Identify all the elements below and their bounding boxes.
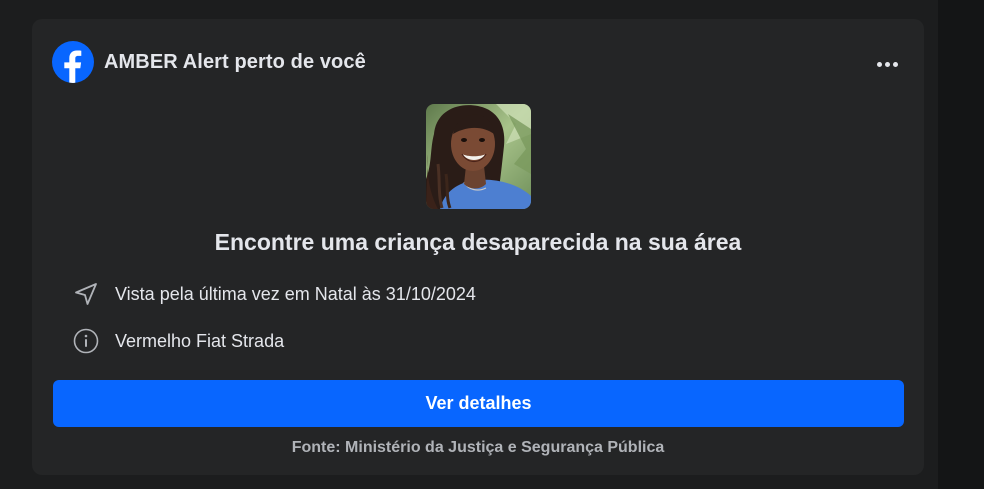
card-header: AMBER Alert perto de você (52, 40, 366, 84)
more-options-button[interactable] (872, 49, 902, 79)
last-seen-row: Vista pela última vez em Natal às 31/10/… (72, 279, 476, 309)
more-dot-icon (892, 61, 898, 67)
alert-headline: Encontre uma criança desaparecida na sua… (214, 229, 742, 255)
source-text: Fonte: Ministério da Justiça e Segurança… (291, 439, 665, 456)
side-panel (938, 0, 984, 489)
missing-child-photo (426, 104, 531, 209)
amber-alert-card: AMBER Alert perto de você Encontre uma c… (32, 19, 924, 475)
alert-title: AMBER Alert perto de você (104, 50, 366, 73)
more-dot-icon (884, 61, 890, 67)
vehicle-row: Vermelho Fiat Strada (72, 326, 284, 356)
more-dot-icon (876, 61, 882, 67)
vehicle-text: Vermelho Fiat Strada (115, 330, 285, 351)
facebook-logo-icon (52, 41, 94, 83)
view-details-button[interactable]: Ver detalhes (53, 380, 904, 427)
navigation-arrow-icon (72, 280, 100, 308)
last-seen-text: Vista pela última vez em Natal às 31/10/… (115, 283, 476, 304)
info-circle-icon (72, 327, 100, 355)
